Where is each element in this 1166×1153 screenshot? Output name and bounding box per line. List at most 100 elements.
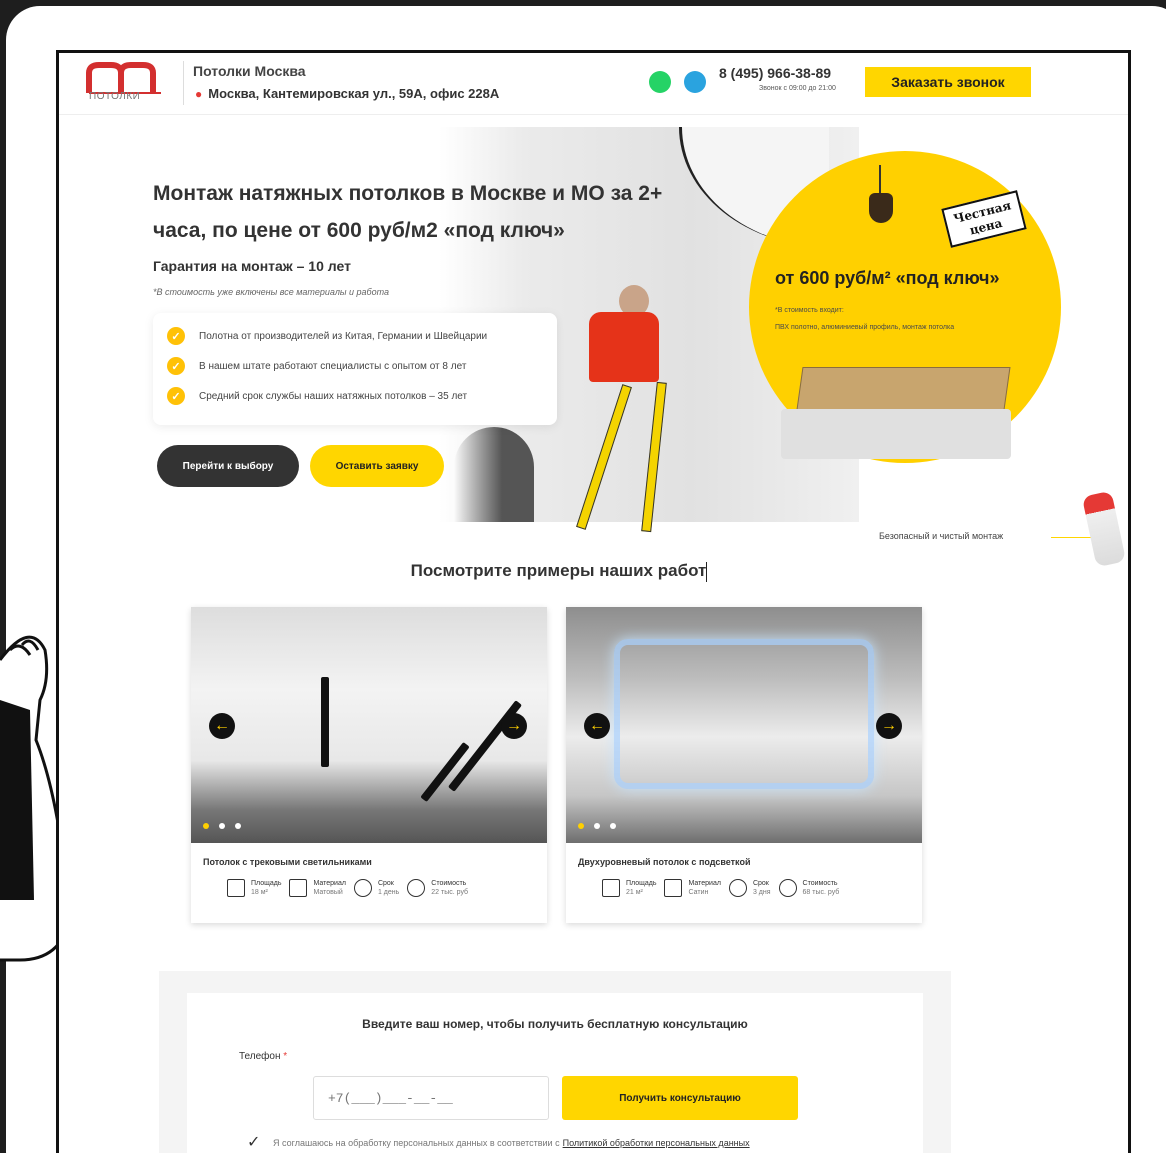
spec-material: Материал Матовый: [289, 879, 346, 897]
arrow-left-icon[interactable]: ←: [209, 713, 235, 739]
address-text: Москва, Кантемировская ул., 59А, офис 22…: [208, 86, 500, 101]
spec-cost: Стоимость 22 тыс. руб: [407, 879, 468, 897]
materials-kit-graphic: [781, 409, 1011, 459]
privacy-policy-link[interactable]: Политикой обработки персональных данных: [563, 1138, 750, 1148]
working-hours: Звонок с 09:00 до 21:00: [759, 85, 836, 92]
slider-dot[interactable]: [235, 823, 241, 829]
consult-title: Введите ваш номер, чтобы получить беспла…: [362, 1017, 748, 1031]
slider-dots: [578, 823, 626, 829]
hero-title: Монтаж натяжных потолков в Москве и МО з…: [153, 182, 663, 242]
work-photo: [566, 607, 922, 843]
slider-dot[interactable]: [219, 823, 225, 829]
work-card[interactable]: ← → Потолок с трековыми светильниками Пл…: [191, 607, 547, 923]
consent-row: ✓ Я соглашаюсь на обработку персональных…: [247, 1135, 750, 1151]
works-title: Посмотрите примеры наших работ: [59, 561, 1059, 582]
feature-text: В нашем штате работают специалисты с опы…: [199, 360, 467, 372]
feature-item: ✓ Полотна от производителей из Китая, Ге…: [167, 321, 543, 351]
arrow-left-icon[interactable]: ←: [584, 713, 610, 739]
spec-label: Стоимость: [802, 880, 838, 887]
hero-note: *В стоимость уже включены все материалы …: [153, 287, 390, 297]
phone-label-text: Телефон: [239, 1051, 281, 1062]
slider-dot[interactable]: [578, 823, 584, 829]
phone-label: Телефон *: [239, 1051, 287, 1062]
company-name: Потолки Москва: [193, 63, 306, 79]
slider-dot[interactable]: [594, 823, 600, 829]
spec-label: Срок: [752, 880, 769, 887]
material-icon: [664, 879, 683, 897]
work-title: Потолок с трековыми светильниками: [203, 857, 372, 867]
coin-icon: [407, 879, 426, 897]
consult-form: Введите ваш номер, чтобы получить беспла…: [187, 993, 923, 1153]
feature-item: ✓ Средний срок службы наших натяжных пот…: [167, 381, 543, 411]
arrow-right-icon[interactable]: →: [501, 713, 527, 739]
spec-time: Срок 3 дня: [728, 879, 771, 897]
work-title: Двухуровневый потолок с подсветкой: [578, 857, 751, 867]
safe-install-label: Безопасный и чистый монтаж: [879, 531, 1004, 541]
hero-person-silhouette: [454, 427, 534, 522]
go-to-selection-button[interactable]: Перейти к выбору: [157, 445, 299, 487]
clock-icon: [353, 879, 372, 897]
led-ceiling-ring: [614, 639, 874, 789]
whatsapp-icon[interactable]: [649, 71, 671, 93]
track-light: [321, 677, 329, 767]
order-call-button[interactable]: Заказать звонок: [865, 67, 1031, 97]
spec-area: Площадь 21 м²: [602, 879, 656, 897]
price-included-label: *В стоимость входит:: [775, 307, 844, 314]
work-specs: Площадь 21 м² Материал Сатин Срок 3 дня Сто…: [602, 879, 847, 897]
text-cursor: [706, 561, 708, 582]
features-list: ✓ Полотна от производителей из Китая, Ге…: [153, 313, 557, 425]
spec-value: 3 дня: [752, 889, 771, 896]
spec-label: Материал: [688, 880, 721, 887]
spec-value: 1 день: [377, 889, 400, 896]
get-consultation-button[interactable]: Получить консультацию: [562, 1076, 798, 1120]
material-icon: [289, 879, 308, 897]
work-card[interactable]: ← → Двухуровневый потолок с подсветкой П…: [566, 607, 922, 923]
ladder-rail: [576, 384, 632, 530]
arrow-right-icon[interactable]: →: [876, 713, 902, 739]
map-pin-icon: ●: [195, 87, 203, 101]
price-included-items: ПВХ полотно, алюминиевый профиль, монтаж…: [775, 324, 955, 331]
phone-number[interactable]: 8 (495) 966-38-89: [719, 65, 831, 81]
feature-text: Полотна от производителей из Китая, Герм…: [199, 330, 488, 342]
spec-value: 18 м²: [251, 889, 268, 896]
price-title: от 600 руб/м² «под ключ»: [775, 268, 1000, 288]
ladder-graphic: [576, 381, 679, 533]
consent-text: Я соглашаюсь на обработку персональных д…: [273, 1138, 560, 1148]
check-icon: ✓: [167, 357, 185, 375]
slider-dots: [203, 823, 251, 829]
check-icon: ✓: [167, 327, 185, 345]
area-icon: [227, 879, 245, 897]
works-title-text: Посмотрите примеры наших работ: [410, 561, 707, 580]
company-address: ● Москва, Кантемировская ул., 59А, офис 2…: [195, 86, 499, 101]
feature-text: Средний срок службы наших натяжных потол…: [199, 390, 468, 402]
spec-value: Сатин: [688, 889, 709, 896]
leave-request-button[interactable]: Оставить заявку: [310, 445, 444, 487]
spec-time: Срок 1 день: [353, 879, 400, 897]
pendant-lamp-icon: [869, 193, 893, 223]
spec-value: Матовый: [313, 889, 343, 896]
consent-checkbox[interactable]: ✓: [247, 1135, 263, 1151]
spec-cost: Стоимость 68 тыс. руб: [778, 879, 840, 897]
phone-input[interactable]: [313, 1076, 549, 1120]
ladder-rail: [641, 381, 667, 533]
header-divider: [183, 61, 184, 105]
area-icon: [602, 879, 620, 897]
hero-guarantee: Гарантия на монтаж – 10 лет: [153, 258, 351, 274]
clock-icon: [728, 879, 747, 897]
spec-area: Площадь 18 м²: [227, 879, 281, 897]
slider-dot[interactable]: [203, 823, 209, 829]
telegram-icon[interactable]: [684, 71, 706, 93]
work-photo: [191, 607, 547, 843]
worker-shirt: [589, 312, 659, 382]
spec-label: Стоимость: [431, 880, 467, 887]
spec-label: Срок: [377, 880, 394, 887]
website-screen: ПОТОЛКИ Потолки Москва ● Москва, Кантемир…: [56, 50, 1131, 1153]
spec-value: 68 тыс. руб: [802, 889, 840, 896]
feature-item: ✓ В нашем штате работают специалисты с о…: [167, 351, 543, 381]
spec-label: Материал: [313, 880, 346, 887]
slider-dot[interactable]: [610, 823, 616, 829]
spec-material: Материал Сатин: [664, 879, 721, 897]
hero-section: Монтаж натяжных потолков в Москве и МО з…: [59, 127, 1128, 533]
coin-icon: [778, 879, 797, 897]
lamp-cord: [879, 165, 881, 195]
